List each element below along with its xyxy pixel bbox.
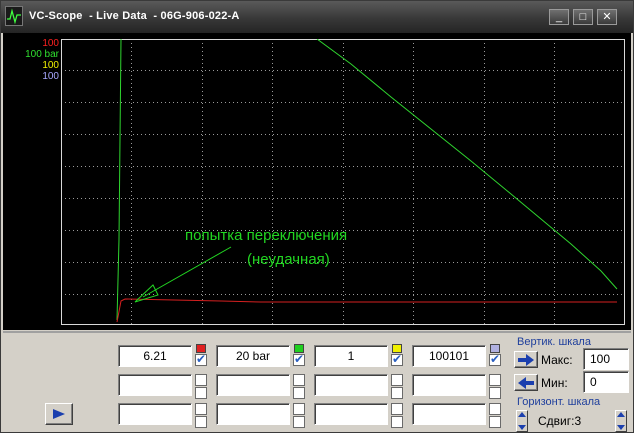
- green-trace-descending: [316, 39, 618, 290]
- scope-display: 100 100 bar 100 100 попытка переключения…: [3, 33, 631, 330]
- green-trace: [116, 39, 122, 321]
- maximize-button[interactable]: □: [573, 9, 593, 25]
- red-trace: [116, 298, 617, 323]
- app-icon: [5, 6, 23, 26]
- channel-3-value-text: 1: [347, 349, 355, 363]
- channel-9-swatch-box[interactable]: [195, 403, 207, 415]
- annotation-text-line2: (неудачная): [247, 251, 330, 268]
- channel-10-checkbox[interactable]: [293, 416, 305, 428]
- channel-5-swatch-box[interactable]: [195, 374, 207, 386]
- channel-2-value-text: 20 bar: [235, 349, 271, 363]
- channel-9-value[interactable]: [118, 403, 192, 425]
- channel-6-swatch-box[interactable]: [293, 374, 305, 386]
- spin-down-icon: [617, 425, 625, 430]
- scope-plot[interactable]: попытка переключения (неудачная): [61, 39, 625, 325]
- maximize-icon: □: [579, 10, 587, 23]
- channel-11-swatch-box[interactable]: [391, 403, 403, 415]
- control-panel: 6.21 20 bar 1 100101: [3, 331, 631, 432]
- channel-7-value[interactable]: [314, 374, 388, 396]
- arrow-left-icon: [518, 376, 534, 389]
- channel-11-value[interactable]: [314, 403, 388, 425]
- horizontal-shift-value: Сдвиг:3: [538, 414, 582, 428]
- vertical-max-arrow-button[interactable]: [514, 351, 538, 368]
- minimize-button[interactable]: _: [549, 9, 569, 25]
- channel-10-value[interactable]: [216, 403, 290, 425]
- vertical-max-label: Макс:: [541, 353, 573, 367]
- legend-channel-2: 100 bar: [25, 49, 59, 60]
- channel-12-checkbox[interactable]: [489, 416, 501, 428]
- spin-up-icon: [518, 412, 526, 417]
- channel-7-checkbox[interactable]: [391, 387, 403, 399]
- channel-1-value-text: 6.21: [143, 349, 167, 363]
- horizontal-scale-title: Горизонт. шкала: [517, 396, 601, 408]
- channel-8-value[interactable]: [412, 374, 486, 396]
- close-button[interactable]: ✕: [597, 9, 617, 25]
- channel-legend: 100 100 bar 100 100: [7, 38, 59, 82]
- play-icon: [53, 409, 65, 419]
- vertical-min-value: 0: [590, 375, 597, 389]
- spin-down-icon: [518, 425, 526, 430]
- legend-channel-3: 100: [42, 60, 59, 71]
- channel-7-swatch-box[interactable]: [391, 374, 403, 386]
- vertical-max-input[interactable]: 100: [583, 348, 629, 370]
- plot-grid: [61, 39, 625, 325]
- title-bar[interactable]: VC-Scope - Live Data - 06G-906-022-A _ □…: [1, 1, 633, 33]
- channel-8-swatch-box[interactable]: [489, 374, 501, 386]
- channel-1-checkbox[interactable]: [195, 352, 207, 366]
- channel-6-value[interactable]: [216, 374, 290, 396]
- channel-6-checkbox[interactable]: [293, 387, 305, 399]
- horizontal-shift-spinner-right[interactable]: [615, 410, 627, 432]
- vertical-min-label: Мин:: [541, 376, 568, 390]
- play-button[interactable]: [45, 403, 73, 425]
- legend-channel-1: 100: [42, 38, 59, 49]
- channel-11-checkbox[interactable]: [391, 416, 403, 428]
- vertical-min-arrow-button[interactable]: [514, 374, 538, 391]
- channel-12-swatch-box[interactable]: [489, 403, 501, 415]
- vertical-max-value: 100: [590, 352, 611, 366]
- spin-up-icon: [617, 412, 625, 417]
- channel-3-checkbox[interactable]: [391, 352, 403, 366]
- channel-12-value[interactable]: [412, 403, 486, 425]
- channel-4-value[interactable]: 100101: [412, 345, 486, 367]
- window-title: VC-Scope - Live Data - 06G-906-022-A: [29, 10, 240, 22]
- horizontal-shift-spinner-left[interactable]: [516, 410, 528, 432]
- channel-4-checkbox[interactable]: [489, 352, 501, 366]
- close-icon: ✕: [602, 10, 612, 23]
- annotation-text-line1: попытка переключения: [185, 227, 347, 244]
- plot-frame: [61, 39, 625, 325]
- arrow-right-icon: [518, 353, 534, 366]
- channel-2-checkbox[interactable]: [293, 352, 305, 366]
- channel-10-swatch-box[interactable]: [293, 403, 305, 415]
- vertical-scale-title: Вертик. шкала: [517, 336, 591, 348]
- channel-5-value[interactable]: [118, 374, 192, 396]
- vc-scope-window: VC-Scope - Live Data - 06G-906-022-A _ □…: [0, 0, 634, 433]
- channel-8-checkbox[interactable]: [489, 387, 501, 399]
- channel-1-value[interactable]: 6.21: [118, 345, 192, 367]
- channel-4-value-text: 100101: [428, 349, 470, 363]
- legend-channel-4: 100: [42, 71, 59, 82]
- minimize-icon: _: [555, 10, 563, 23]
- channel-3-value[interactable]: 1: [314, 345, 388, 367]
- channel-2-value[interactable]: 20 bar: [216, 345, 290, 367]
- channel-5-checkbox[interactable]: [195, 387, 207, 399]
- annotation-arrow-line: [142, 246, 232, 298]
- vertical-min-input[interactable]: 0: [583, 371, 629, 393]
- channel-9-checkbox[interactable]: [195, 416, 207, 428]
